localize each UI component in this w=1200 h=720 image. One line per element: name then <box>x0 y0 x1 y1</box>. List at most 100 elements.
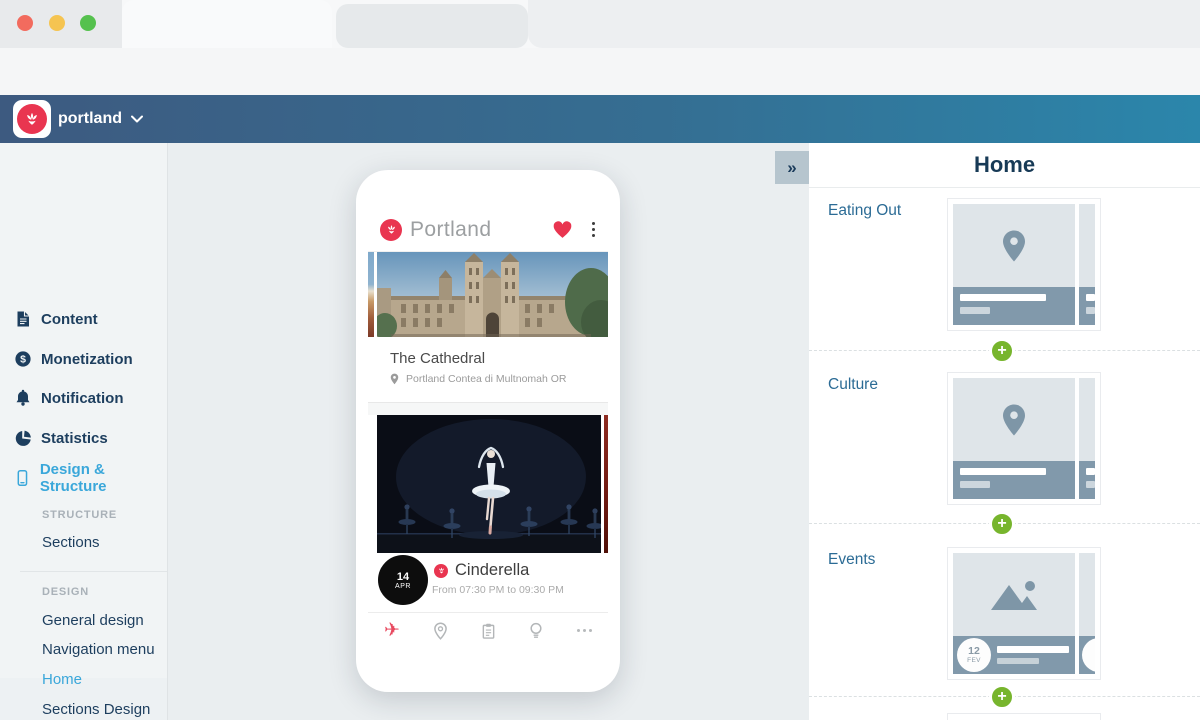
tab-more[interactable] <box>560 629 608 632</box>
tab-travel[interactable]: ✈ <box>368 619 416 642</box>
airplane-icon: ✈ <box>384 619 400 642</box>
cathedral-photo <box>377 252 608 337</box>
sidebar-item-content[interactable]: Content <box>14 308 98 330</box>
section-card-eating-out[interactable] <box>947 198 1101 331</box>
sidebar-item-home[interactable]: Home <box>42 671 82 688</box>
brand-flower-icon <box>385 223 398 236</box>
section-card-events[interactable]: 12 FEV <box>947 547 1101 680</box>
section-label-culture: Culture <box>828 376 878 394</box>
document-icon <box>14 310 32 328</box>
app-switcher-dropdown[interactable]: portland <box>58 95 143 143</box>
sidebar-item-navigation-menu[interactable]: Navigation menu <box>42 641 155 658</box>
minimize-window-button[interactable] <box>49 15 65 31</box>
sidebar: Content $ Monetization Notification Stat… <box>0 143 168 720</box>
sidebar-item-label: Content <box>41 311 98 328</box>
placeholder-sliver <box>1079 553 1095 674</box>
design-group-label: DESIGN <box>42 586 89 598</box>
sidebar-item-notification[interactable]: Notification <box>14 387 124 409</box>
browser-tab-active[interactable] <box>122 0 332 48</box>
sidebar-item-label: Notification <box>41 390 124 407</box>
sidebar-item-general-design[interactable]: General design <box>42 612 144 629</box>
bell-icon <box>14 389 32 407</box>
phone-menu-kebab-icon[interactable] <box>590 220 597 239</box>
window-controls <box>0 0 122 48</box>
map-pin-icon <box>1001 403 1027 437</box>
poi-location: Portland Contea di Multnomah OR <box>406 373 567 385</box>
event-month: APR <box>395 583 411 590</box>
poi-image-carousel <box>368 252 608 337</box>
poi-card[interactable]: The Cathedral Portland Contea di Multnom… <box>368 337 608 403</box>
lightbulb-icon <box>529 622 543 640</box>
sidebar-item-label: Monetization <box>41 351 133 368</box>
event-day: 14 <box>397 571 409 583</box>
browser-toolbar: www.myapp.com <box>0 48 1200 95</box>
image-icon <box>985 577 1043 613</box>
sidebar-item-label: Statistics <box>41 430 108 447</box>
browser-tab-inactive[interactable] <box>336 4 528 48</box>
phone-appbar: Portland <box>368 208 608 252</box>
phone-app-logo <box>380 219 402 241</box>
section-card-culture[interactable] <box>947 372 1101 505</box>
tab-tips[interactable] <box>512 622 560 640</box>
ballet-photo <box>377 415 601 553</box>
map-pin-icon <box>433 622 448 640</box>
app-header: Preview Update now <box>0 95 1200 143</box>
sidebar-divider <box>20 571 167 572</box>
panel-divider <box>809 187 1200 188</box>
panel-title: Home <box>809 152 1200 178</box>
smartphone-icon <box>14 469 31 487</box>
badge-month: FEV <box>967 657 981 664</box>
badge-day: 12 <box>968 646 980 657</box>
map-pin-icon <box>390 373 399 385</box>
sidebar-item-sections-design[interactable]: Sections Design <box>42 701 150 718</box>
section-label-eating-out: Eating Out <box>828 202 901 220</box>
app-logo <box>13 100 51 138</box>
app-window: www.myapp.com Preview Update now <box>0 0 1200 720</box>
browser-tabstrip <box>0 0 1200 48</box>
map-pin-icon <box>1001 229 1027 263</box>
add-section-button[interactable]: + <box>989 338 1015 364</box>
phone-screen: Portland <box>368 208 608 648</box>
add-section-button[interactable]: + <box>989 511 1015 537</box>
structure-group-label: STRUCTURE <box>42 509 117 521</box>
sidebar-item-design-structure[interactable]: Design & Structure <box>14 467 167 489</box>
placeholder-sliver <box>1079 204 1095 325</box>
event-date-badge: 14 APR <box>378 555 428 605</box>
chevron-down-icon <box>131 115 143 123</box>
event-time: From 07:30 PM to 09:30 PM <box>432 584 564 596</box>
clipboard-icon <box>481 622 496 640</box>
sidebar-item-monetization[interactable]: $ Monetization <box>14 348 133 370</box>
home-sections-panel: Home Eating Out + Culture <box>809 143 1200 720</box>
poi-title: The Cathedral <box>390 350 608 367</box>
sidebar-item-sections[interactable]: Sections <box>42 534 100 551</box>
app-name-label: portland <box>58 110 122 128</box>
phone-tabbar: ✈ <box>368 612 608 648</box>
pie-chart-icon <box>14 429 32 447</box>
add-section-button[interactable]: + <box>989 684 1015 710</box>
sidebar-item-label: Design & Structure <box>40 461 167 495</box>
next-section-card-partial <box>947 713 1101 720</box>
tab-notes[interactable] <box>464 622 512 640</box>
carousel-next-image-sliver <box>604 415 608 553</box>
close-window-button[interactable] <box>17 15 33 31</box>
tabstrip-background <box>528 0 1200 48</box>
placeholder-sliver <box>1079 378 1095 499</box>
more-icon <box>577 629 592 632</box>
event-title: Cinderella <box>455 561 529 580</box>
brand-flower-icon <box>434 564 448 578</box>
phone-app-title: Portland <box>410 218 552 242</box>
event-image-carousel <box>368 415 608 553</box>
phone-mockup: Portland <box>356 170 620 692</box>
sidebar-item-statistics[interactable]: Statistics <box>14 427 108 449</box>
favorites-heart-icon[interactable] <box>552 220 573 239</box>
dollar-icon: $ <box>14 350 32 368</box>
brand-flower-icon <box>17 104 47 134</box>
card-gap <box>368 403 608 415</box>
svg-text:$: $ <box>20 354 26 366</box>
collapse-panel-button[interactable]: » <box>775 151 809 184</box>
tab-places[interactable] <box>416 622 464 640</box>
section-label-events: Events <box>828 551 875 569</box>
maximize-window-button[interactable] <box>80 15 96 31</box>
event-date-badge: 12 FEV <box>957 638 991 672</box>
event-card[interactable]: 14 APR Cinderell <box>368 553 608 612</box>
